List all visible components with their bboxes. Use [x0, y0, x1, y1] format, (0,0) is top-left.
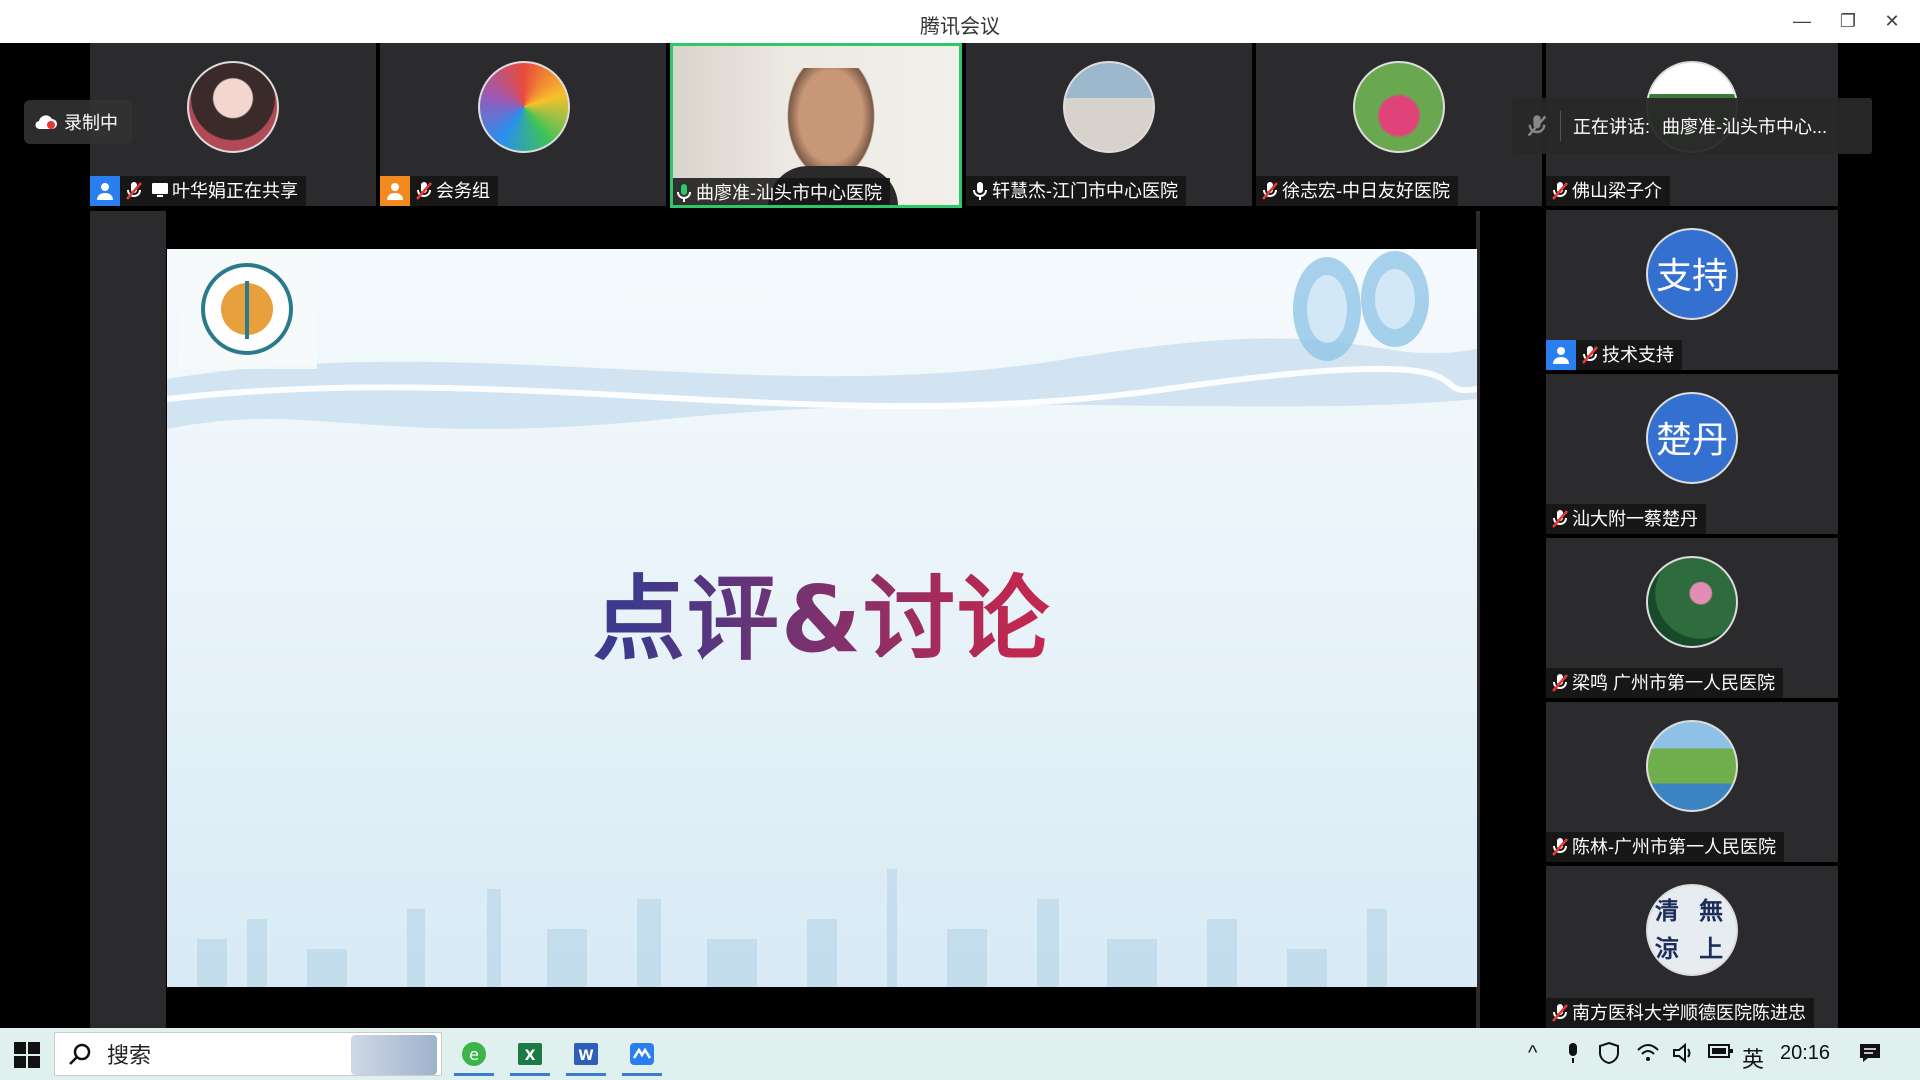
participant-name-tag: 徐志宏-中日友好医院 — [1256, 176, 1458, 206]
participant-name-tag: 技术支持 — [1546, 340, 1682, 370]
taskbar-search-box[interactable]: 搜索 — [54, 1032, 442, 1076]
participant-tile[interactable]: 陈林-广州市第一人民医院 — [1546, 702, 1838, 862]
speaking-name: 曲廖准-汕头市中心... — [1662, 117, 1828, 137]
slide-title: 点评&讨论 — [167, 545, 1477, 678]
svg-text:e: e — [469, 1045, 479, 1064]
participant-name: 佛山梁子介 — [1572, 181, 1662, 201]
minimize-button[interactable]: — — [1784, 7, 1820, 35]
mic-muted-icon — [1256, 176, 1282, 206]
avatar — [1353, 61, 1445, 153]
taskbar: 搜索 e X W ^ 英 20:16 — [0, 1028, 1920, 1080]
mic-icon — [966, 176, 992, 206]
mic-muted-icon — [120, 176, 146, 206]
divider — [1560, 111, 1561, 141]
taskbar-clock[interactable]: 20:16 — [1780, 1042, 1830, 1065]
participant-name: 梁鸣 广州市第一人民医院 — [1572, 673, 1775, 693]
mic-active-icon — [673, 178, 696, 205]
tray-battery-icon[interactable] — [1708, 1042, 1734, 1066]
recording-badge[interactable]: 录制中 — [24, 100, 132, 144]
tray-volume-icon[interactable] — [1672, 1042, 1696, 1070]
participant-tile[interactable]: 会务组 — [380, 43, 666, 206]
participant-name: 会务组 — [436, 181, 490, 201]
avatar — [187, 61, 279, 153]
participant-name: 曲廖准-汕头市中心医院 — [696, 183, 882, 203]
participant-tile[interactable]: 支持 技术支持 — [1546, 210, 1838, 370]
search-icon — [69, 1043, 91, 1065]
mic-muted-icon — [1576, 340, 1602, 370]
svg-text:X: X — [525, 1048, 536, 1064]
user-icon — [90, 176, 120, 206]
speaking-label: 正在讲话: — [1573, 117, 1651, 137]
edge-app-icon[interactable]: e — [450, 1032, 498, 1076]
participant-name-tag: 陈林-广州市第一人民医院 — [1546, 832, 1784, 862]
mic-muted-icon — [410, 176, 436, 206]
participant-tile[interactable]: 徐志宏-中日友好医院 — [1256, 43, 1542, 206]
user-icon — [380, 176, 410, 206]
participant-name: 徐志宏-中日友好医院 — [1282, 181, 1450, 201]
window-title-bar: 腾讯会议 — ❐ ✕ — [0, 0, 1920, 43]
participant-name-tag: 汕大附一蔡楚丹 — [1546, 504, 1706, 534]
participant-name-tag: 梁鸣 广州市第一人民医院 — [1546, 668, 1783, 698]
restore-button[interactable]: ❐ — [1830, 7, 1866, 35]
participant-name: 陈林-广州市第一人民医院 — [1572, 837, 1776, 857]
cloud-record-icon — [35, 115, 57, 130]
mic-muted-icon — [1546, 832, 1572, 862]
close-button[interactable]: ✕ — [1874, 7, 1910, 35]
participant-tile[interactable]: 清 無 涼 上 南方医科大学顺德医院陈进忠 — [1546, 866, 1838, 1028]
tray-wifi-icon[interactable] — [1636, 1042, 1660, 1068]
participant-name: 轩慧杰-江门市中心医院 — [992, 181, 1178, 201]
participant-name-tag: 叶华娟正在共享 — [90, 176, 306, 206]
search-highlight-image — [351, 1035, 437, 1075]
search-label: 搜索 — [107, 1043, 152, 1068]
mic-muted-icon — [1546, 176, 1572, 206]
mic-muted-icon — [1546, 504, 1572, 534]
participant-name-tag: 南方医科大学顺德医院陈进忠 — [1546, 998, 1814, 1028]
notification-icon[interactable] — [1858, 1042, 1882, 1070]
recording-label: 录制中 — [64, 113, 118, 133]
avatar-initials: 楚丹 — [1646, 392, 1738, 484]
windows-start-icon[interactable] — [14, 1042, 40, 1073]
participant-name-tag: 佛山梁子介 — [1546, 176, 1670, 206]
word-app-icon[interactable]: W — [562, 1032, 610, 1076]
avatar — [1063, 61, 1155, 153]
participant-name: 叶华娟正在共享 — [172, 181, 298, 201]
user-icon — [1546, 340, 1576, 370]
window-title: 腾讯会议 — [920, 16, 1000, 38]
participant-tile[interactable]: 叶华娟正在共享 — [90, 43, 376, 206]
tray-expand-icon[interactable]: ^ — [1528, 1042, 1537, 1065]
excel-app-icon[interactable]: X — [506, 1032, 554, 1076]
mic-muted-icon — [1546, 998, 1572, 1028]
mic-muted-icon — [1527, 115, 1547, 137]
tray-shield-icon[interactable] — [1598, 1041, 1620, 1070]
ime-indicator[interactable]: 英 — [1742, 1042, 1764, 1074]
svg-text:W: W — [578, 1048, 593, 1064]
participant-name: 南方医科大学顺德医院陈进忠 — [1572, 1003, 1806, 1023]
active-speaker-tile[interactable]: 曲廖准-汕头市中心医院 — [670, 43, 962, 208]
avatar — [478, 61, 570, 153]
participant-name-tag: 曲廖准-汕头市中心医院 — [673, 178, 890, 205]
avatar: 清 無 涼 上 — [1646, 884, 1738, 976]
screen-share-icon — [146, 176, 172, 206]
mic-muted-icon — [1546, 668, 1572, 698]
speaking-indicator: 正在讲话: 曲廖准-汕头市中心... — [1512, 98, 1872, 154]
participant-name-tag: 轩慧杰-江门市中心医院 — [966, 176, 1186, 206]
participant-name-tag: 会务组 — [380, 176, 498, 206]
meeting-area: 叶华娟正在共享 会务组 曲廖准-汕头市中心医院 轩慧杰-江门市中心医院 徐志宏-… — [6, 43, 1914, 1028]
participant-name: 汕大附一蔡楚丹 — [1572, 509, 1698, 529]
avatar-initials: 支持 — [1646, 228, 1738, 320]
tencent-meeting-app-icon[interactable] — [618, 1032, 666, 1076]
shared-slide[interactable]: 点评&讨论 — [167, 249, 1477, 987]
avatar — [1646, 720, 1738, 812]
participant-name: 技术支持 — [1602, 345, 1674, 365]
tray-mic-icon[interactable] — [1566, 1042, 1580, 1070]
participant-tile[interactable]: 楚丹 汕大附一蔡楚丹 — [1546, 374, 1838, 534]
participant-tile[interactable]: 轩慧杰-江门市中心医院 — [966, 43, 1252, 206]
avatar — [1646, 556, 1738, 648]
participant-tile[interactable]: 梁鸣 广州市第一人民医院 — [1546, 538, 1838, 698]
